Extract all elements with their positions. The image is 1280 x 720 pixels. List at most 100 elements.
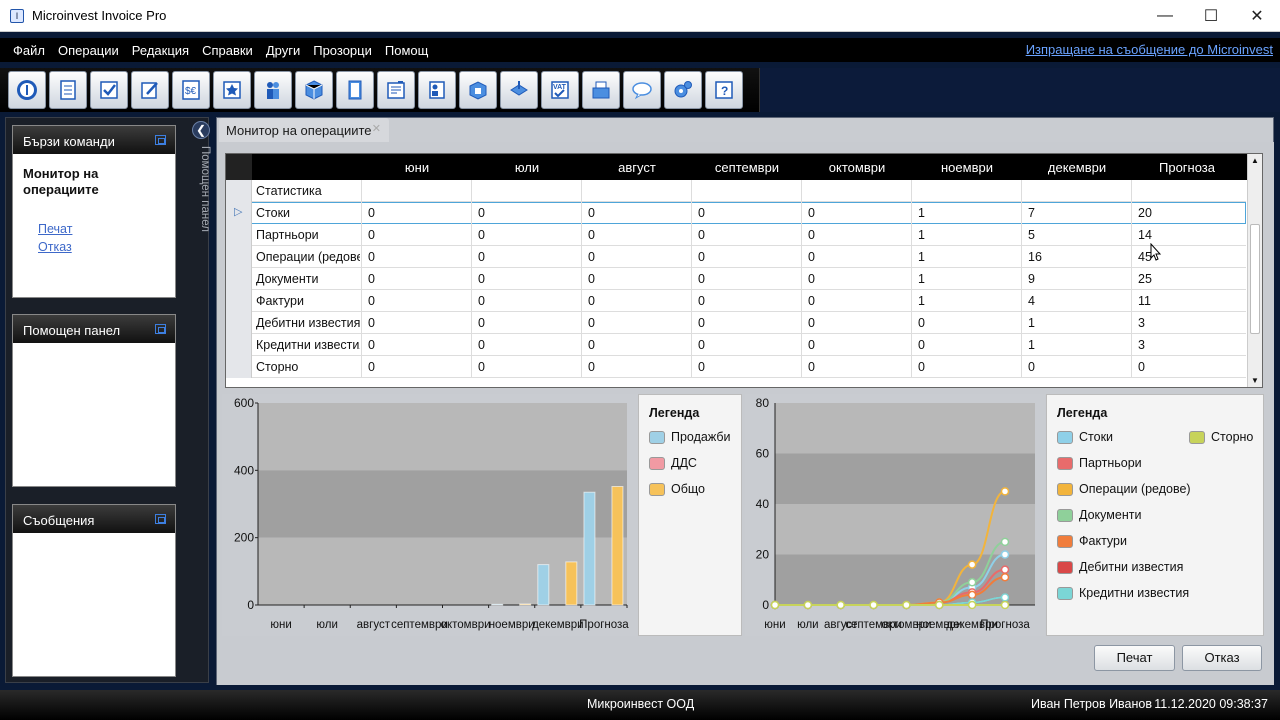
table-cell[interactable]: 0	[1138, 360, 1244, 374]
menu-edit[interactable]: Редакция	[132, 43, 189, 58]
currency-button[interactable]: $€	[172, 71, 210, 109]
table-cell[interactable]: 0	[918, 338, 1024, 352]
data-point[interactable]	[967, 578, 977, 587]
cash-register-button[interactable]	[582, 71, 620, 109]
edit-button[interactable]	[131, 71, 169, 109]
data-point[interactable]	[967, 560, 977, 569]
cube-button[interactable]	[295, 71, 333, 109]
table-cell[interactable]: 0	[698, 294, 804, 308]
legend-item[interactable]: Партньори	[1057, 456, 1142, 470]
book-button[interactable]	[336, 71, 374, 109]
settings-button[interactable]	[664, 71, 702, 109]
table-row[interactable]: Стоки000001720	[226, 202, 1246, 224]
column-header[interactable]: Прогноза	[1132, 160, 1242, 175]
table-cell[interactable]: 0	[808, 228, 914, 242]
table-cell[interactable]: 0	[808, 250, 914, 264]
cancel-button[interactable]: Отказ	[1182, 645, 1262, 671]
star-button[interactable]	[213, 71, 251, 109]
table-cell[interactable]: 0	[588, 360, 694, 374]
table-cell[interactable]: 0	[698, 360, 804, 374]
table-cell[interactable]: 0	[918, 360, 1024, 374]
table-cell[interactable]: 0	[588, 206, 694, 220]
close-button[interactable]: ✕	[1234, 0, 1280, 32]
data-point[interactable]	[803, 600, 813, 610]
table-cell[interactable]: 0	[478, 360, 584, 374]
column-header[interactable]: декември	[1022, 160, 1132, 175]
table-cell[interactable]: 25	[1138, 272, 1244, 286]
column-header[interactable]: юни	[362, 160, 472, 175]
table-cell[interactable]: 3	[1138, 338, 1244, 352]
table-cell[interactable]: 0	[918, 316, 1024, 330]
table-cell[interactable]: 0	[588, 316, 694, 330]
row-selector[interactable]	[226, 202, 252, 224]
table-cell[interactable]: 0	[698, 206, 804, 220]
row-selector[interactable]	[226, 246, 252, 268]
table-cell[interactable]: 5	[1028, 228, 1134, 242]
data-point[interactable]	[1000, 537, 1010, 547]
table-cell[interactable]: 0	[368, 316, 474, 330]
legend-item[interactable]: Стоки	[1057, 430, 1113, 444]
tab-operations-monitor[interactable]: Монитор на операциите ✕	[219, 118, 389, 142]
table-cell[interactable]: 4	[1028, 294, 1134, 308]
table-cell[interactable]: 1	[918, 206, 1024, 220]
menu-reports[interactable]: Справки	[202, 43, 253, 58]
legend-item[interactable]: Операции (редове)	[1057, 482, 1191, 496]
scroll-up-icon[interactable]: ▲	[1251, 156, 1259, 165]
legend-item[interactable]: Продажби	[649, 430, 731, 444]
vat-button[interactable]: VAT	[541, 71, 579, 109]
table-cell[interactable]: 0	[368, 272, 474, 286]
row-selector[interactable]	[226, 334, 252, 356]
table-cell[interactable]: 0	[698, 316, 804, 330]
data-point[interactable]	[1000, 487, 1010, 496]
table-cell[interactable]: 0	[588, 272, 694, 286]
table-cell[interactable]: 1	[918, 294, 1024, 308]
data-point[interactable]	[1000, 550, 1010, 559]
table-cell[interactable]: 0	[588, 338, 694, 352]
table-cell[interactable]: 0	[588, 294, 694, 308]
table-cell[interactable]: 0	[588, 228, 694, 242]
table-cell[interactable]: 1	[918, 272, 1024, 286]
table-row[interactable]: Кредитни известия 0 0 0 0 0 0 1 3	[226, 334, 1246, 356]
data-point[interactable]	[1000, 600, 1010, 610]
export-button[interactable]	[500, 71, 538, 109]
legend-item[interactable]: Сторно	[1189, 430, 1253, 444]
box-button[interactable]	[459, 71, 497, 109]
scroll-thumb[interactable]	[1250, 224, 1260, 334]
bar[interactable]	[491, 603, 504, 606]
table-cell[interactable]: 0	[808, 316, 914, 330]
data-point[interactable]	[1000, 593, 1010, 602]
table-cell[interactable]: 0	[478, 228, 584, 242]
data-point[interactable]	[935, 600, 944, 610]
menu-help[interactable]: Помощ	[385, 43, 428, 58]
table-cell[interactable]: 0	[698, 338, 804, 352]
table-row[interactable]: Партньори 0 0 0 0 0 1 5 14	[226, 224, 1246, 246]
menu-operations[interactable]: Операции	[58, 43, 119, 58]
table-cell[interactable]: 0	[368, 206, 474, 220]
row-selector[interactable]	[226, 268, 252, 290]
table-cell[interactable]: 0	[368, 294, 474, 308]
bar[interactable]	[611, 485, 624, 606]
collapse-panel-button[interactable]: ❮	[192, 121, 210, 139]
scroll-down-icon[interactable]: ▼	[1251, 376, 1259, 385]
table-row[interactable]: Фактури 0 0 0 0 0 1 4 11	[226, 290, 1246, 312]
data-point[interactable]	[869, 600, 878, 610]
send-message-link[interactable]: Изпращане на съобщение до Microinvest	[1026, 42, 1273, 57]
table-cell[interactable]: 0	[808, 338, 914, 352]
table-cell[interactable]: 11	[1138, 294, 1244, 308]
close-tab-icon[interactable]: ✕	[372, 122, 381, 135]
table-row[interactable]: Документи 0 0 0 0 0 1 9 25	[226, 268, 1246, 290]
legend-item[interactable]: Общо	[649, 482, 705, 496]
table-cell[interactable]: 0	[368, 360, 474, 374]
table-cell[interactable]: 1	[1028, 338, 1134, 352]
column-header[interactable]: ноември	[912, 160, 1022, 175]
menu-windows[interactable]: Прозорци	[313, 43, 372, 58]
table-cell[interactable]: 1	[1028, 316, 1134, 330]
print-button[interactable]: Печат	[1094, 645, 1175, 671]
table-cell[interactable]: 7	[1028, 206, 1134, 220]
data-point[interactable]	[967, 590, 977, 600]
help-panel-vertical-tab[interactable]: Помощен панел	[189, 144, 211, 324]
dock-icon[interactable]	[155, 324, 166, 334]
data-point[interactable]	[967, 600, 977, 610]
data-point[interactable]	[902, 600, 911, 610]
table-cell[interactable]: 9	[1028, 272, 1134, 286]
